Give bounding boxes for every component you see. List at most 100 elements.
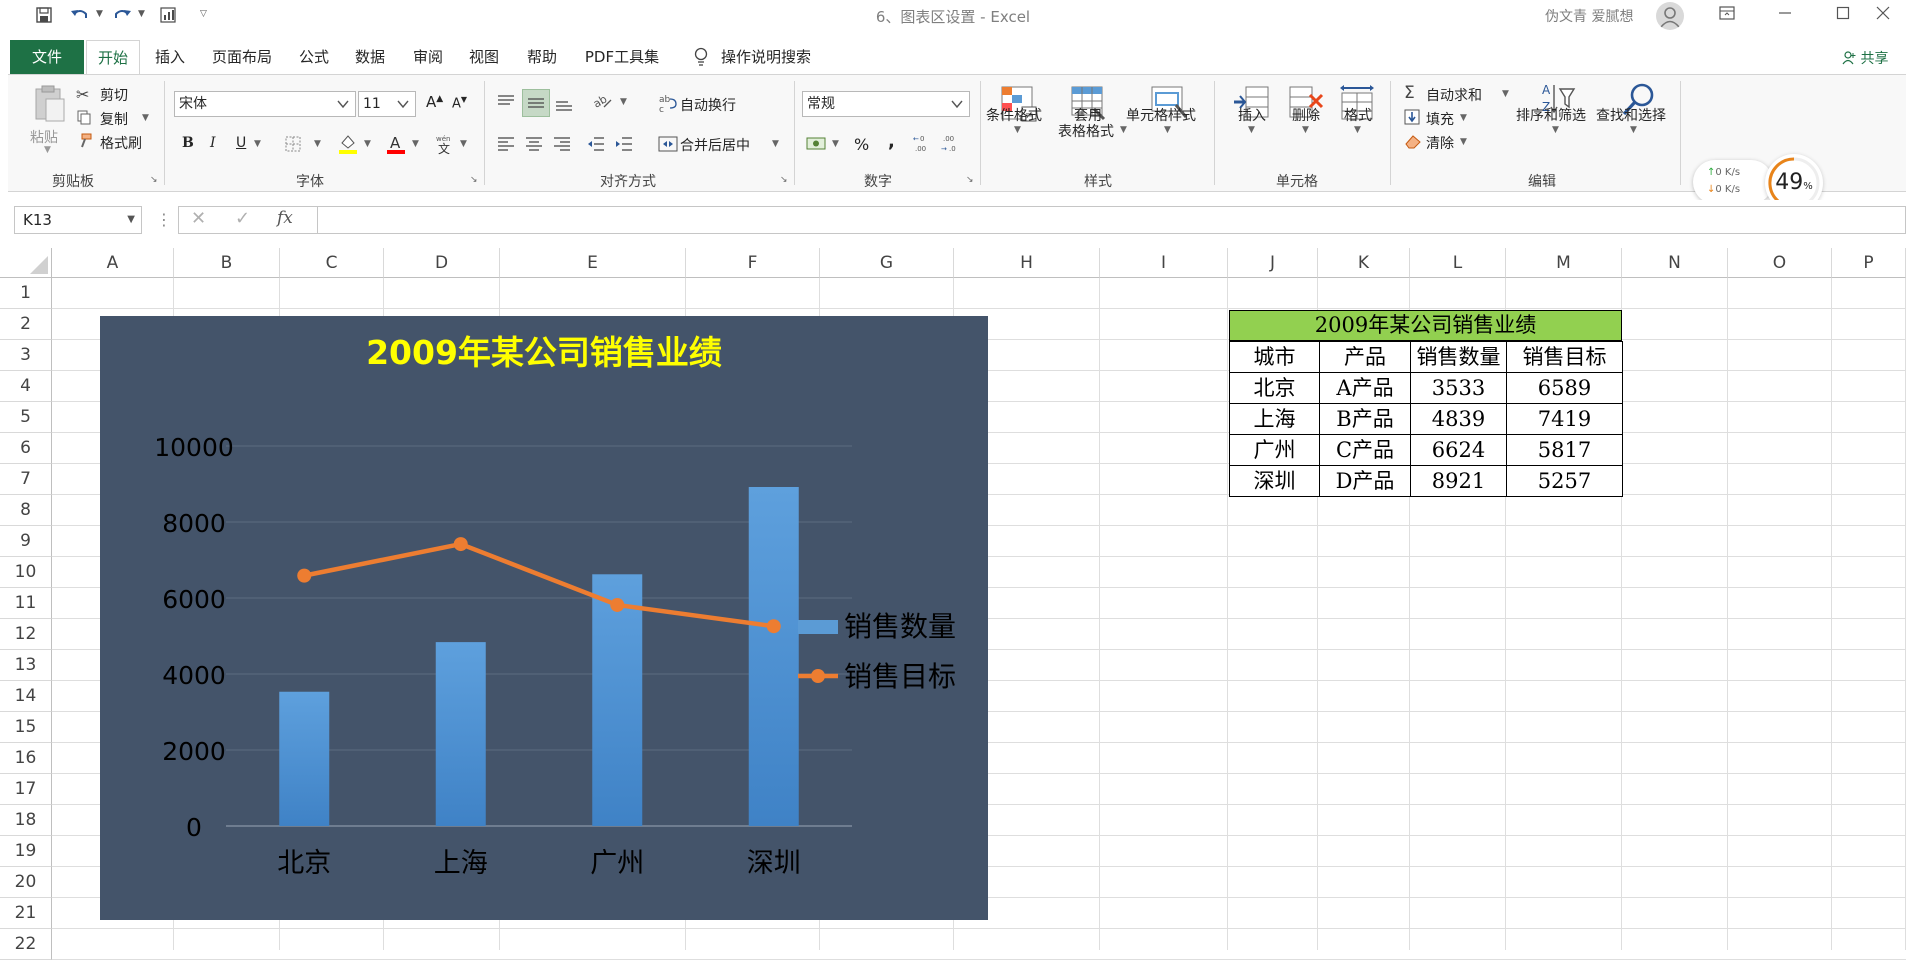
row-header-20[interactable]: 20 — [0, 867, 52, 898]
conditional-format-dropdown-icon[interactable]: ▼ — [1014, 125, 1021, 135]
ribbon-display-icon[interactable] — [1704, 0, 1750, 32]
delete-cells-dropdown-icon[interactable]: ▼ — [1302, 125, 1309, 135]
conditional-format-button[interactable]: 条件格式 — [986, 105, 1042, 125]
name-box[interactable]: K13 ▼ — [14, 206, 142, 234]
grow-font-button[interactable]: A▲ — [426, 93, 443, 111]
table-header-cell[interactable]: 产品 — [1319, 341, 1411, 373]
column-header-i[interactable]: I — [1100, 248, 1228, 278]
row-header-5[interactable]: 5 — [0, 402, 52, 433]
decrease-indent-icon[interactable] — [586, 135, 606, 157]
table-cell[interactable]: 深圳 — [1229, 465, 1320, 497]
fill-color-icon[interactable] — [338, 133, 358, 159]
row-header-3[interactable]: 3 — [0, 340, 52, 371]
orientation-icon[interactable]: ab — [591, 91, 614, 115]
more-vertical-icon[interactable]: ⋮ — [156, 210, 172, 229]
align-center-icon[interactable] — [524, 135, 544, 157]
percent-button[interactable]: % — [854, 135, 869, 154]
column-header-d[interactable]: D — [384, 248, 500, 278]
column-header-c[interactable]: C — [280, 248, 384, 278]
paste-dropdown-icon[interactable]: ▼ — [44, 145, 51, 155]
row-header-22[interactable]: 22 — [0, 929, 52, 960]
number-format-select[interactable]: 常规 — [802, 91, 970, 117]
tab-data[interactable]: 数据 — [344, 40, 396, 74]
row-header-9[interactable]: 9 — [0, 526, 52, 557]
table-cell[interactable]: B产品 — [1319, 403, 1411, 435]
column-header-j[interactable]: J — [1228, 248, 1318, 278]
insert-function-button[interactable]: fx — [277, 208, 293, 228]
customize-toolbar-icon[interactable]: ▽ — [200, 9, 207, 19]
row-header-2[interactable]: 2 — [0, 309, 52, 340]
column-header-g[interactable]: G — [820, 248, 954, 278]
row-header-16[interactable]: 16 — [0, 743, 52, 774]
row-header-11[interactable]: 11 — [0, 588, 52, 619]
accounting-icon[interactable] — [806, 135, 828, 157]
tab-formulas[interactable]: 公式 — [288, 40, 340, 74]
insert-cells-dropdown-icon[interactable]: ▼ — [1248, 125, 1255, 135]
name-box-dropdown-icon[interactable]: ▼ — [127, 207, 135, 233]
table-cell[interactable]: 7419 — [1506, 403, 1623, 435]
column-header-k[interactable]: K — [1318, 248, 1410, 278]
font-size-select[interactable]: 11 — [358, 91, 416, 117]
wrap-text-button[interactable]: 自动换行 — [680, 95, 736, 115]
redo-dropdown-icon[interactable]: ▼ — [138, 9, 145, 19]
underline-dropdown-icon[interactable]: ▼ — [254, 139, 261, 149]
row-header-7[interactable]: 7 — [0, 464, 52, 495]
tab-insert[interactable]: 插入 — [144, 40, 196, 74]
format-cells-dropdown-icon[interactable]: ▼ — [1354, 125, 1361, 135]
table-cell[interactable]: 5257 — [1506, 465, 1623, 497]
select-all-corner[interactable] — [0, 248, 52, 278]
row-header-8[interactable]: 8 — [0, 495, 52, 526]
close-icon[interactable] — [1860, 0, 1906, 32]
formula-input[interactable] — [318, 206, 1906, 234]
row-header-18[interactable]: 18 — [0, 805, 52, 836]
tell-me-search[interactable]: 操作说明搜索 — [716, 40, 816, 74]
font-color-icon[interactable]: A — [386, 133, 406, 159]
clipboard-launcher-icon[interactable]: ↘ — [150, 175, 158, 185]
share-button[interactable]: 共享 — [1842, 48, 1888, 68]
clear-dropdown-icon[interactable]: ▼ — [1460, 137, 1467, 147]
row-header-10[interactable]: 10 — [0, 557, 52, 588]
table-cell[interactable]: 6589 — [1506, 372, 1623, 404]
increase-indent-icon[interactable] — [614, 135, 634, 157]
increase-decimal-icon[interactable]: ← 0 .00 — [912, 133, 934, 157]
autosum-button[interactable]: 自动求和 — [1426, 85, 1482, 105]
table-cell[interactable]: 5817 — [1506, 434, 1623, 466]
comma-button[interactable]: , — [888, 131, 895, 152]
column-header-n[interactable]: N — [1622, 248, 1728, 278]
table-cell[interactable]: A产品 — [1319, 372, 1411, 404]
tab-review[interactable]: 审阅 — [402, 40, 454, 74]
decrease-decimal-icon[interactable]: .00 → .0 — [940, 133, 962, 157]
shrink-font-button[interactable]: A▼ — [452, 95, 467, 111]
table-cell[interactable]: 3533 — [1410, 372, 1507, 404]
row-header-21[interactable]: 21 — [0, 898, 52, 929]
row-header-1[interactable]: 1 — [0, 278, 52, 309]
phonetic-dropdown-icon[interactable]: ▼ — [460, 139, 467, 149]
minimize-icon[interactable] — [1762, 0, 1808, 32]
fill-dropdown-icon[interactable]: ▼ — [1460, 113, 1467, 123]
column-header-p[interactable]: P — [1832, 248, 1906, 278]
autosum-dropdown-icon[interactable]: ▼ — [1502, 89, 1509, 99]
row-header-4[interactable]: 4 — [0, 371, 52, 402]
align-left-icon[interactable] — [496, 135, 516, 157]
table-cell[interactable]: 广州 — [1229, 434, 1320, 466]
phonetic-icon[interactable]: wén 文 — [434, 133, 454, 158]
merge-dropdown-icon[interactable]: ▼ — [772, 139, 779, 149]
user-name[interactable]: 伪文青 爱腻想 — [1545, 6, 1633, 26]
cut-button[interactable]: 剪切 — [100, 85, 128, 105]
insert-cells-button[interactable]: 插入 — [1238, 105, 1266, 125]
format-as-table-dropdown-icon[interactable]: ▼ — [1120, 125, 1127, 135]
tab-help[interactable]: 帮助 — [516, 40, 568, 74]
cell-styles-dropdown-icon[interactable]: ▼ — [1164, 125, 1171, 135]
row-header-6[interactable]: 6 — [0, 433, 52, 464]
avatar[interactable] — [1656, 2, 1684, 30]
underline-button[interactable]: U — [236, 135, 246, 151]
align-bottom-icon[interactable] — [554, 95, 574, 117]
orientation-dropdown-icon[interactable]: ▼ — [620, 97, 627, 107]
format-as-table-label[interactable]: 表格格式 — [1058, 121, 1114, 141]
column-header-o[interactable]: O — [1728, 248, 1832, 278]
row-header-14[interactable]: 14 — [0, 681, 52, 712]
sort-filter-button[interactable]: 排序和筛选 — [1516, 105, 1586, 125]
column-header-m[interactable]: M — [1506, 248, 1622, 278]
table-cell[interactable]: D产品 — [1319, 465, 1411, 497]
find-select-button[interactable]: 查找和选择 — [1596, 105, 1666, 125]
